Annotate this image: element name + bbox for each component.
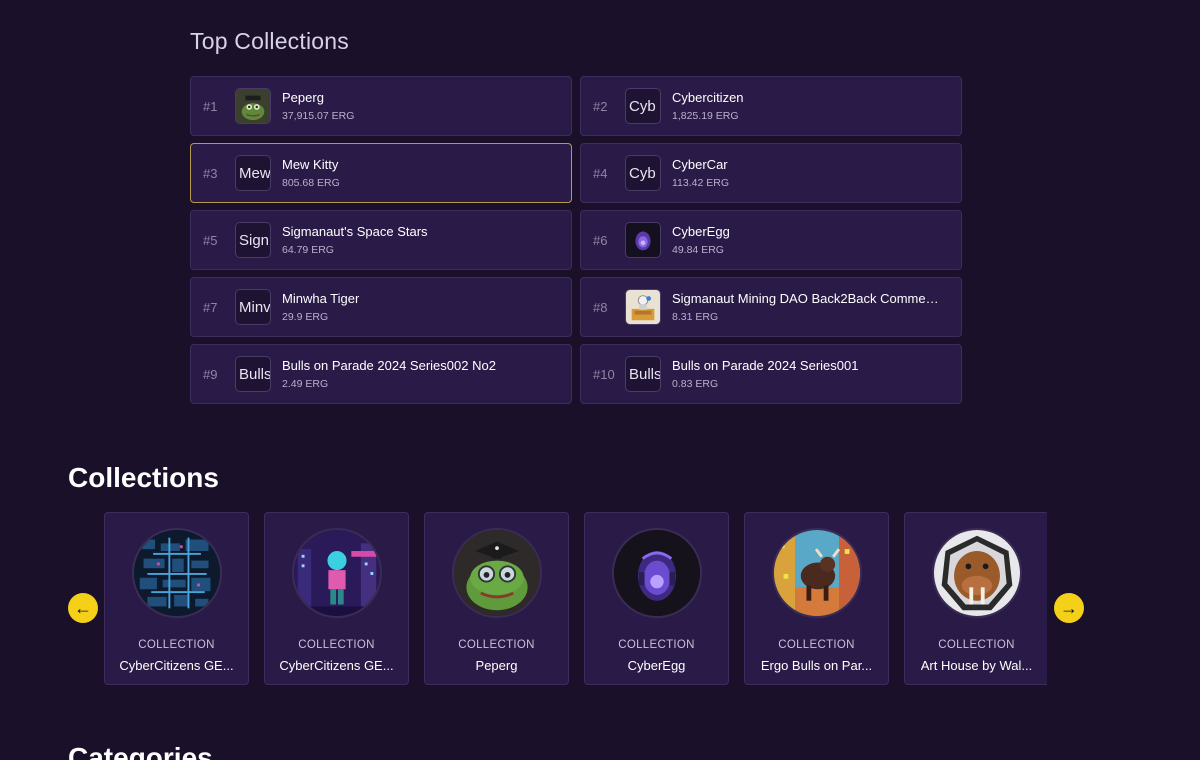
- collection-name: Sigmanaut Mining DAO Back2Back Commem...: [672, 291, 947, 306]
- collections-title: Collections: [68, 462, 219, 493]
- rank-number: #6: [593, 232, 608, 248]
- collection-type-label: COLLECTION: [458, 639, 535, 651]
- collection-thumbnail: Bulls: [235, 356, 271, 392]
- carousel-prev-button[interactable]: ←: [68, 593, 98, 623]
- rank-number: #5: [203, 232, 218, 248]
- frog-thumbnail-icon: [235, 88, 271, 124]
- collection-thumbnail: Cyb: [625, 88, 661, 124]
- collection-volume: 29.9 ERG: [282, 311, 329, 323]
- collection-name: CyberCitizens GE...: [279, 658, 394, 673]
- collection-name: Bulls on Parade 2024 Series001: [672, 358, 859, 373]
- collection-thumbnail: Mew: [235, 155, 271, 191]
- top-collections-title: Top Collections: [190, 28, 349, 54]
- page: Top Collections #1 Peperg 37,915.07 ERG: [0, 0, 1200, 760]
- rank-number: #9: [203, 366, 218, 382]
- collection-name: Cybercitizen: [672, 90, 744, 105]
- collection-thumbnail: Minv: [235, 289, 271, 325]
- collection-name: Sigmanaut's Space Stars: [282, 224, 428, 239]
- top-collection-card-4[interactable]: #4 Cyb CyberCar 113.42 ERG: [580, 143, 962, 203]
- collection-card[interactable]: COLLECTION CyberCitizens GE...: [104, 512, 249, 685]
- collection-volume: 8.31 ERG: [672, 311, 719, 323]
- collection-name: Minwha Tiger: [282, 291, 360, 306]
- rank-number: #4: [593, 165, 608, 181]
- rank-number: #2: [593, 98, 608, 114]
- cyber-city-map-icon: [131, 528, 222, 618]
- collection-thumbnail: Sign: [235, 222, 271, 258]
- collection-name: Bulls on Parade 2024 Series002 No2: [282, 358, 496, 373]
- collection-type-label: COLLECTION: [298, 639, 375, 651]
- top-collections-grid: #1 Peperg 37,915.07 ERG #2 Cyb Cyberciti…: [190, 76, 962, 404]
- rank-number: #7: [203, 299, 218, 315]
- collection-volume: 1,825.19 ERG: [672, 110, 739, 122]
- collection-name: Peperg: [282, 90, 324, 105]
- collection-name: CyberCitizens GE...: [119, 658, 234, 673]
- collection-type-label: COLLECTION: [938, 639, 1015, 651]
- top-collection-card-8[interactable]: #8 Sigmanaut Mining DAO Back2Back Commem…: [580, 277, 962, 337]
- collection-volume: 2.49 ERG: [282, 378, 329, 390]
- top-collection-card-10[interactable]: #10 Bulls Bulls on Parade 2024 Series001…: [580, 344, 962, 404]
- rank-number: #10: [593, 366, 615, 382]
- cyber-egg-icon: [611, 528, 702, 618]
- carousel-next-button[interactable]: →: [1054, 593, 1084, 623]
- cyber-citizen-character-icon: [291, 528, 382, 618]
- miner-thumbnail-icon: [625, 289, 661, 325]
- top-collection-card-7[interactable]: #7 Minv Minwha Tiger 29.9 ERG: [190, 277, 572, 337]
- top-collection-card-3[interactable]: #3 Mew Mew Kitty 805.68 ERG: [190, 143, 572, 203]
- rank-number: #8: [593, 299, 608, 315]
- collection-type-label: COLLECTION: [618, 639, 695, 651]
- collection-name: Art House by Wal...: [920, 658, 1033, 673]
- collection-volume: 49.84 ERG: [672, 244, 724, 256]
- collection-volume: 113.42 ERG: [672, 177, 730, 189]
- collections-carousel: COLLECTION CyberCitizens GE... COLLECTIO…: [104, 512, 1047, 686]
- collection-name: CyberEgg: [627, 658, 686, 673]
- categories-title: Categories: [68, 742, 213, 760]
- rank-number: #3: [203, 165, 218, 181]
- bull-painting-icon: [771, 528, 862, 618]
- collection-card[interactable]: COLLECTION CyberCitizens GE...: [264, 512, 409, 685]
- collection-name: CyberEgg: [672, 224, 730, 239]
- collection-type-label: COLLECTION: [778, 639, 855, 651]
- collection-card[interactable]: COLLECTION Peperg: [424, 512, 569, 685]
- egg-thumbnail-icon: [625, 222, 661, 258]
- collection-type-label: COLLECTION: [138, 639, 215, 651]
- collection-name: Peperg: [475, 658, 518, 673]
- rank-number: #1: [203, 98, 218, 114]
- frog-graduate-icon: [451, 528, 542, 618]
- collection-name: Mew Kitty: [282, 157, 339, 172]
- collection-thumbnail: Cyb: [625, 155, 661, 191]
- top-collection-card-5[interactable]: #5 Sign Sigmanaut's Space Stars 64.79 ER…: [190, 210, 572, 270]
- collection-card[interactable]: COLLECTION Art House by Wal...: [904, 512, 1047, 685]
- collection-thumbnail: Bulls: [625, 356, 661, 392]
- collection-volume: 64.79 ERG: [282, 244, 334, 256]
- collection-card[interactable]: COLLECTION CyberEgg: [584, 512, 729, 685]
- collection-name: CyberCar: [672, 157, 728, 172]
- collection-volume: 0.83 ERG: [672, 378, 719, 390]
- top-collection-card-6[interactable]: #6 CyberEgg 49.84 ERG: [580, 210, 962, 270]
- walrus-icon: [931, 528, 1022, 618]
- top-collection-card-9[interactable]: #9 Bulls Bulls on Parade 2024 Series002 …: [190, 344, 572, 404]
- collection-card[interactable]: COLLECTION Ergo Bulls on Par...: [744, 512, 889, 685]
- collection-name: Ergo Bulls on Par...: [760, 658, 873, 673]
- collection-volume: 37,915.07 ERG: [282, 110, 355, 122]
- top-collection-card-2[interactable]: #2 Cyb Cybercitizen 1,825.19 ERG: [580, 76, 962, 136]
- collection-volume: 805.68 ERG: [282, 177, 340, 189]
- top-collection-card-1[interactable]: #1 Peperg 37,915.07 ERG: [190, 76, 572, 136]
